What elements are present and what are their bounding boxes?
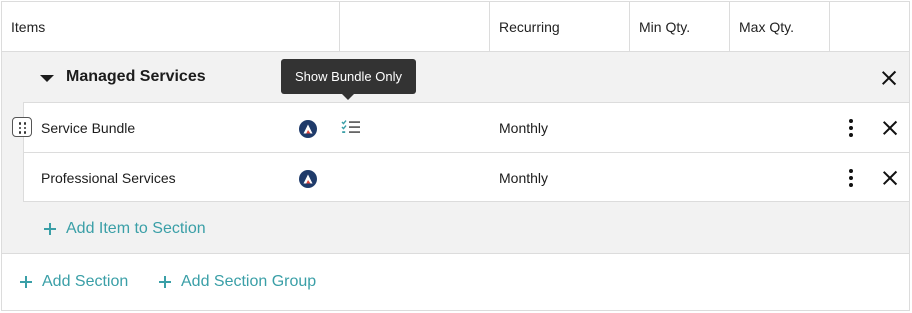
- table-row: Service Bundle Monthly: [23, 102, 909, 152]
- kebab-menu-icon[interactable]: [848, 119, 854, 137]
- drag-handle-icon[interactable]: [12, 117, 32, 137]
- checklist-icon[interactable]: [341, 120, 361, 139]
- show-bundle-tooltip: Show Bundle Only: [281, 59, 416, 94]
- plus-icon: [159, 276, 171, 288]
- column-header-max-qty: Max Qty.: [730, 2, 830, 51]
- remove-row-icon[interactable]: [882, 120, 898, 136]
- section-title: Managed Services: [66, 68, 206, 85]
- add-section-group-label: Add Section Group: [181, 273, 317, 290]
- section-managed-services: Managed Services Service Bundle Monthly …: [2, 52, 909, 254]
- column-header-items: Items: [2, 2, 340, 51]
- caret-down-icon[interactable]: [40, 75, 54, 82]
- add-section-group-button[interactable]: Add Section Group: [159, 273, 316, 291]
- brand-logo-icon: [299, 120, 317, 138]
- tooltip-arrow: [342, 94, 354, 100]
- line-items-table: Items Recurring Min Qty. Max Qty. Manage…: [1, 1, 910, 311]
- row-recurring: Monthly: [499, 170, 549, 186]
- plus-icon: [20, 276, 32, 288]
- add-item-label: Add Item to Section: [66, 220, 206, 237]
- row-item-name: Service Bundle: [41, 120, 136, 136]
- plus-icon: [44, 223, 56, 235]
- table-header: Items Recurring Min Qty. Max Qty.: [2, 2, 909, 52]
- section-header: Managed Services: [2, 52, 909, 102]
- add-item-to-section-button[interactable]: Add Item to Section: [44, 220, 206, 238]
- column-header-min-qty: Min Qty.: [630, 2, 730, 51]
- table-row: Professional Services Monthly: [23, 152, 909, 202]
- column-header-recurring: Recurring: [490, 2, 630, 51]
- remove-row-icon[interactable]: [882, 170, 898, 186]
- row-item-name: Professional Services: [41, 170, 176, 186]
- remove-section-icon[interactable]: [881, 70, 897, 86]
- add-section-button[interactable]: Add Section: [20, 273, 128, 291]
- column-header-actions: [830, 2, 909, 51]
- kebab-menu-icon[interactable]: [848, 169, 854, 187]
- row-recurring: Monthly: [499, 120, 549, 136]
- column-header-blank: [340, 2, 490, 51]
- add-section-label: Add Section: [42, 273, 129, 290]
- brand-logo-icon: [299, 170, 317, 188]
